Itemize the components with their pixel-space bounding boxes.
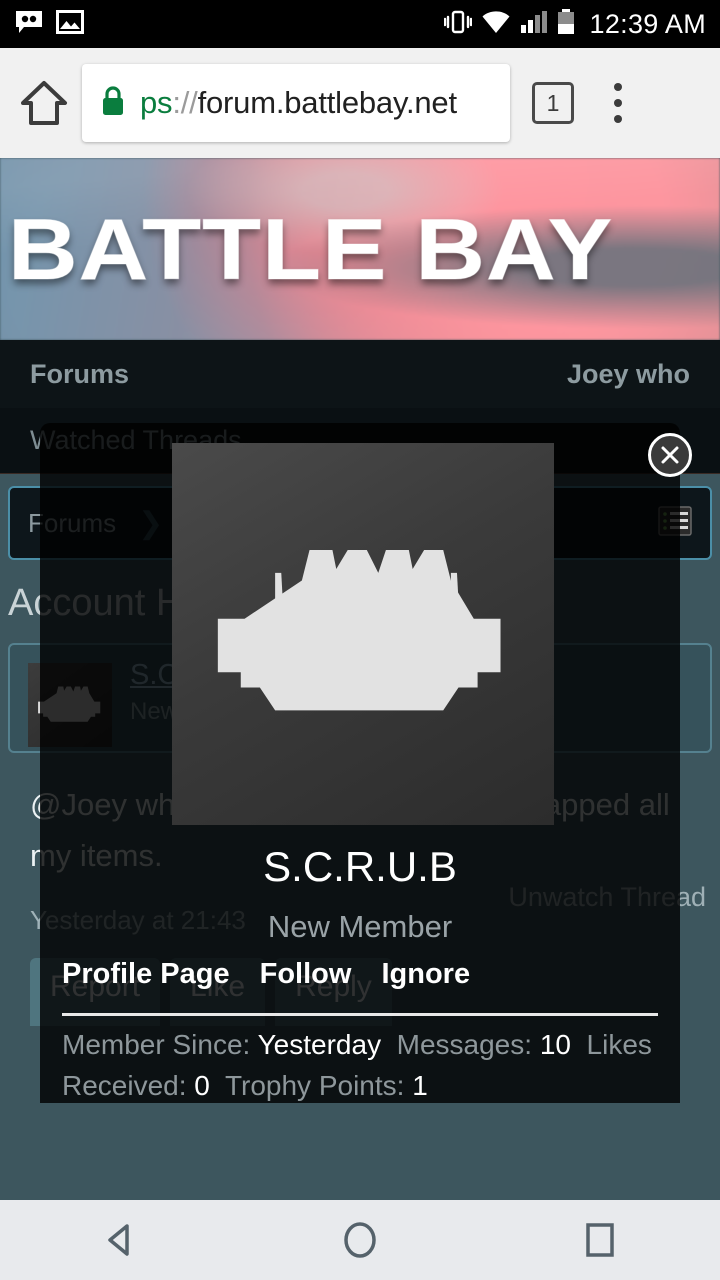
url-scheme: ps: [140, 85, 173, 120]
nav-item-forums[interactable]: Forums: [30, 359, 129, 390]
vibrate-icon: [443, 9, 472, 40]
url-text: ps://forum.battlebay.net: [140, 85, 457, 121]
back-icon[interactable]: [60, 1200, 180, 1280]
recents-icon[interactable]: [540, 1200, 660, 1280]
member-card-modal: S.C.R.U.B New Member Profile Page Follow…: [40, 423, 692, 1106]
browser-toolbar: ps://forum.battlebay.net 1: [0, 48, 720, 158]
stat-value-messages: 10: [539, 1029, 571, 1060]
signal-icon: [520, 10, 548, 39]
android-status-bar: 12:39 AM: [0, 0, 720, 48]
web-page: BATTLE BAY Forums Joey who Watched Threa…: [0, 158, 720, 1200]
stat-value-member-since: Yesterday: [257, 1029, 382, 1060]
modal-avatar[interactable]: [172, 443, 554, 825]
url-separator: ://: [172, 85, 198, 120]
wifi-icon: [481, 10, 511, 39]
site-logo[interactable]: BATTLE BAY: [7, 207, 613, 294]
url-bar[interactable]: ps://forum.battlebay.net: [82, 64, 510, 142]
android-navigation-bar: [0, 1200, 720, 1280]
follow-link[interactable]: Follow: [260, 958, 352, 991]
modal-divider: [62, 1013, 658, 1016]
stat-label-messages: Messages:: [396, 1029, 533, 1060]
home-circle-icon[interactable]: [300, 1200, 420, 1280]
image-icon: [56, 9, 84, 40]
site-nav-bar: Forums Joey who: [0, 340, 720, 408]
phone-screen: 12:39 AM ps://forum.battlebay.net 1 BATT…: [0, 0, 720, 1280]
stat-value-likes-received: 0: [194, 1069, 210, 1101]
ship-avatar-icon: [217, 549, 501, 711]
home-icon[interactable]: [16, 75, 72, 131]
modal-user-title: New Member: [267, 909, 453, 944]
modal-username: S.C.R.U.B: [263, 843, 457, 890]
status-bar-clock: 12:39 AM: [589, 8, 706, 39]
stat-label-trophy-points: Trophy Points:: [224, 1069, 405, 1101]
status-bar-right-icons: 12:39 AM: [443, 8, 706, 40]
stat-label-member-since: Member Since:: [62, 1029, 251, 1060]
modal-action-links: Profile Page Follow Ignore: [62, 958, 470, 991]
url-host: forum.battlebay.net: [197, 85, 457, 120]
modal-stats: Member Since: Yesterday Messages: 10 Lik…: [62, 1025, 662, 1106]
stat-value-trophy-points: 1: [412, 1069, 428, 1101]
status-bar-left-icons: [14, 9, 84, 40]
close-icon[interactable]: [648, 433, 692, 477]
nav-item-user[interactable]: Joey who: [567, 359, 690, 390]
battery-icon: [557, 8, 575, 40]
voicemail-icon: [14, 9, 44, 40]
site-hero-banner: BATTLE BAY: [0, 158, 720, 340]
ignore-link[interactable]: Ignore: [381, 958, 470, 991]
profile-page-link[interactable]: Profile Page: [62, 958, 230, 991]
lock-icon: [100, 85, 126, 122]
kebab-menu-icon[interactable]: [600, 80, 636, 126]
tab-count-button[interactable]: 1: [532, 82, 574, 124]
